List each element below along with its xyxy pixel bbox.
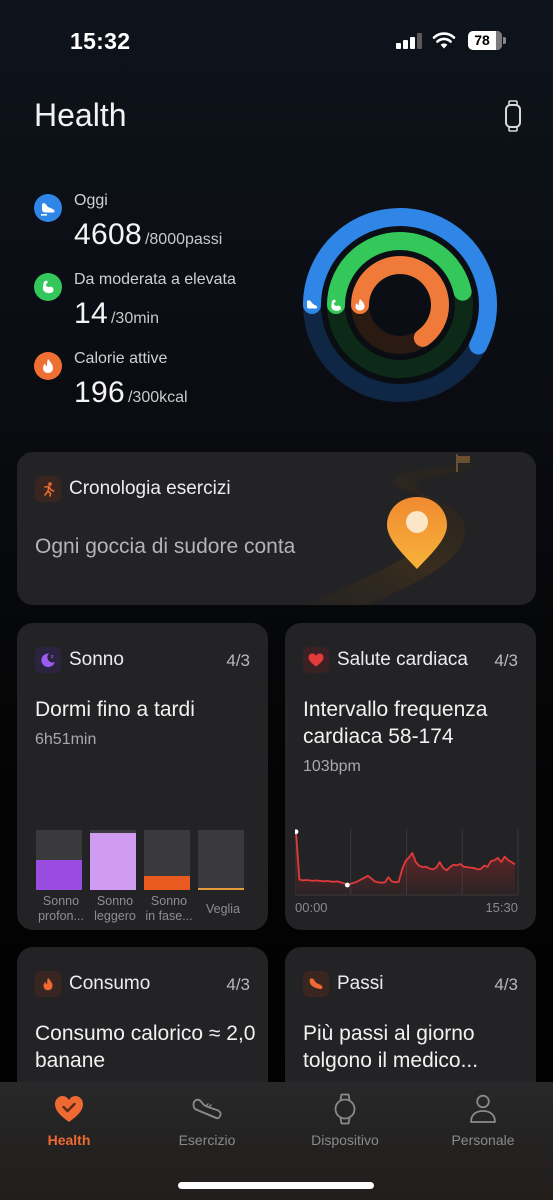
card-title: Sonno: [69, 649, 124, 670]
sleep-stage-bar: [36, 830, 82, 890]
sleep-stage-label: Sonno in fase...: [145, 894, 193, 923]
sleep-stage-chart: [36, 830, 248, 890]
heart-current-bpm: 103bpm: [303, 758, 361, 775]
wifi-icon: [432, 32, 456, 49]
metric-intensity[interactable]: Da moderata a elevata 14/30min: [34, 269, 294, 348]
metric-label: Oggi: [74, 192, 108, 209]
exercise-history-card[interactable]: Cronologia esercizi Ogni goccia di sudor…: [17, 452, 536, 605]
metric-goal: /300kcal: [127, 389, 188, 406]
metric-label: Da moderata a elevata: [74, 271, 236, 288]
card-title: Salute cardiaca: [337, 649, 468, 670]
tab-label: Personale: [451, 1132, 515, 1148]
metric-value: 14: [74, 297, 108, 330]
battery-level: 78: [474, 32, 490, 48]
tab-health[interactable]: Health: [0, 1092, 138, 1148]
sleep-stage-fill: [90, 833, 136, 890]
sleep-stage-bar: [198, 830, 244, 890]
exercise-motto: Ogni goccia di sudore conta: [35, 535, 296, 558]
battery-indicator: 78: [468, 31, 506, 50]
heart-headline: Intervallo frequenza cardiaca 58-174: [303, 698, 488, 748]
sneaker-icon: [192, 1098, 222, 1120]
tab-label: Esercizio: [178, 1132, 236, 1148]
tab-exercise[interactable]: Esercizio: [138, 1092, 276, 1148]
cellular-signal-icon: [396, 33, 422, 49]
heart-check-icon: [55, 1096, 83, 1122]
x-axis-end-label: 15:30: [485, 900, 518, 915]
sleep-stage-bar: [144, 830, 190, 890]
sleep-duration: 6h51min: [35, 731, 97, 748]
smartwatch-icon[interactable]: [502, 100, 524, 132]
burn-headline: Consumo calorico ≈ 2,0 banane: [35, 1022, 256, 1072]
card-date: 4/3: [494, 651, 518, 670]
sleep-stage-fill: [36, 860, 82, 890]
card-title: Passi: [337, 973, 384, 994]
flame-icon: [34, 352, 62, 380]
sleep-stage-label: Veglia: [205, 902, 241, 916]
sleep-stage-bar: [90, 830, 136, 890]
heart-icon: [303, 647, 329, 673]
metric-steps[interactable]: Oggi 4608/8000passi: [34, 190, 294, 269]
x-axis-start-label: 00:00: [295, 900, 328, 915]
person-icon: [470, 1094, 496, 1123]
sleep-stage-fill: [198, 888, 244, 890]
metric-value: 4608: [74, 218, 142, 251]
heart-rate-chart: 00:00 15:30: [295, 829, 519, 915]
max-bpm-point: [295, 829, 299, 835]
tab-label: Dispositivo: [311, 1132, 379, 1148]
svg-text:z: z: [51, 654, 54, 660]
steps-headline: Più passi al giorno tolgono il medico...: [303, 1022, 479, 1072]
status-time: 15:32: [70, 28, 131, 54]
shoe-icon: [303, 971, 329, 997]
metric-label: Calorie attive: [74, 350, 168, 367]
page-title: Health: [34, 97, 127, 133]
tab-label: Health: [47, 1132, 91, 1148]
flexed-arm-icon: [34, 273, 62, 301]
metric-value: 196: [74, 376, 125, 409]
flame-icon: [35, 971, 61, 997]
status-bar: 15:32 78: [0, 0, 553, 80]
sleep-stage-label: Sonno profon...: [38, 894, 84, 923]
watch-icon: [334, 1093, 356, 1125]
card-title: Consumo: [69, 973, 151, 994]
home-indicator[interactable]: [178, 1182, 374, 1189]
metric-goal: /30min: [110, 310, 160, 327]
sleep-headline: Dormi fino a tardi: [35, 698, 195, 721]
metric-calories[interactable]: Calorie attive 196/300kcal: [34, 348, 294, 427]
activity-summary[interactable]: Oggi 4608/8000passi Da moderata a elevat…: [34, 190, 294, 427]
moon-icon: z: [35, 647, 61, 673]
tab-personal[interactable]: Personale: [414, 1092, 552, 1148]
metric-goal: /8000passi: [144, 231, 223, 248]
card-title: Cronologia esercizi: [69, 478, 231, 499]
min-bpm-point: [344, 882, 350, 888]
running-person-icon: [35, 476, 61, 502]
road-illustration: [307, 454, 475, 605]
sleep-card[interactable]: z Sonno 4/3 Dormi fino a tardi 6h51min S…: [17, 623, 268, 930]
card-date: 4/3: [494, 975, 518, 994]
tab-device[interactable]: Dispositivo: [276, 1092, 414, 1148]
activity-rings[interactable]: [295, 200, 505, 410]
heart-health-card[interactable]: Salute cardiaca 4/3 Intervallo frequenza…: [285, 623, 536, 930]
sleep-stage-fill: [144, 876, 190, 890]
card-date: 4/3: [226, 651, 250, 670]
sleep-stage-label: Sonno leggero: [94, 894, 136, 923]
shoe-icon: [34, 194, 62, 222]
card-date: 4/3: [226, 975, 250, 994]
